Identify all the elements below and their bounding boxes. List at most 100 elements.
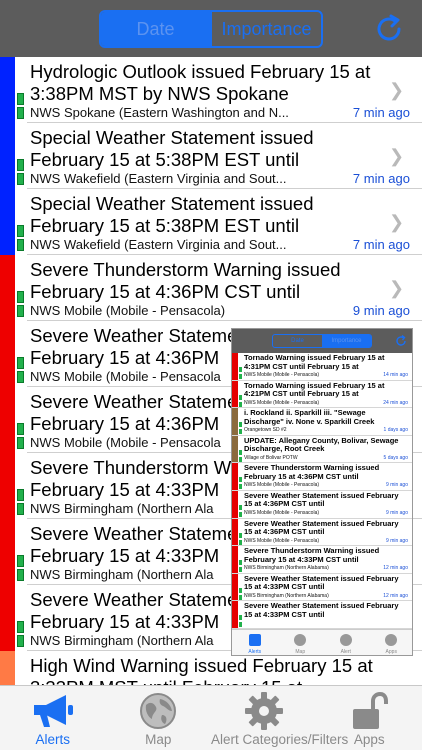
inset-item-time: 24 min ago: [383, 399, 408, 406]
tab-label: Alert Categories/Filters: [211, 732, 349, 747]
inset-item-time: 5 days ago: [383, 454, 408, 461]
tab-map[interactable]: Map: [106, 686, 212, 750]
inset-item-office: NWS Mobile (Mobile - Pensacola): [244, 482, 320, 489]
padlock-icon: [353, 691, 389, 729]
globe-icon: [140, 693, 177, 729]
inset-item-time: 12 min ago: [383, 592, 408, 599]
inset-item-title: Severe Weather Statement issued February…: [244, 490, 399, 509]
inset-item-time: 14 min ago: [383, 372, 408, 378]
alert-title: Hydrologic Outlook issued February 15 at…: [30, 61, 371, 104]
tab-apps[interactable]: Apps: [317, 686, 422, 750]
tab-label: Map: [145, 732, 172, 747]
inset-tab-categories: Alert Categories/Filters: [323, 630, 369, 655]
severity-bar: [0, 123, 15, 189]
inset-segment-importance: Importance: [322, 335, 371, 347]
inset-item-time: 9 min ago: [386, 509, 408, 516]
inset-list-item: Tornado Warning issued February 15 at 4:…: [232, 380, 412, 409]
severity-bar: [0, 321, 15, 387]
severity-bar: [0, 651, 15, 685]
alert-office: NWS Spokane (Eastern Washington and N...: [30, 105, 289, 120]
gear-icon: [244, 692, 283, 730]
inset-list-item: UPDATE: Allegany County, Bolivar, Sewage…: [232, 435, 412, 464]
segment-date[interactable]: Date: [101, 12, 210, 46]
tab-bar: Alerts Map Alert Categories/Filters Apps: [0, 685, 422, 750]
inset-item-title: Tornado Warning issued February 15 at 4:…: [244, 380, 385, 399]
inset-list-item: i. Rockland ii. Sparkill iii. "Sewage Di…: [232, 408, 412, 436]
inset-list-item: Severe Thunderstorm Warning issued Febru…: [232, 463, 412, 491]
alert-title: High Wind Warning issued February 15 at …: [30, 655, 373, 685]
inset-tab-apps: Apps: [369, 630, 413, 655]
inset-header: Date Importance: [232, 329, 412, 353]
alert-title: Special Weather Statement issued Februar…: [30, 193, 314, 236]
alert-title: Special Weather Statement issued Februar…: [30, 127, 314, 170]
nav-header: Date Importance: [0, 0, 422, 57]
chevron-right-icon: ❯: [389, 146, 405, 166]
tab-alert-categories-filters[interactable]: Alert Categories/Filters: [211, 686, 349, 750]
tab-label: Apps: [353, 732, 385, 747]
inset-list-item: Severe Weather Statement issued February…: [232, 573, 412, 602]
segment-importance[interactable]: Importance: [210, 12, 321, 46]
inset-segmented-control: Date Importance: [272, 334, 372, 348]
inset-item-title: Severe Weather Statement issued February…: [244, 518, 399, 537]
inset-item-title: Severe Weather Statement issued February…: [244, 573, 399, 592]
tab-label: Alerts: [35, 732, 70, 747]
inset-item-office: NWS Birmingham (Northern Alabama): [244, 565, 329, 572]
inset-segment-date: Date: [291, 338, 304, 344]
inset-item-time: 1 days ago: [383, 427, 408, 434]
inset-item-title: i. Rockland ii. Sparkill iii. "Sewage Di…: [244, 408, 375, 426]
inset-item-office: NWS Mobile (Mobile - Pensacola): [244, 372, 320, 378]
alert-time: 7 min ago: [352, 237, 410, 252]
severity-indicator: [15, 123, 27, 189]
alert-office: NWS Mobile (Mobile - Pensacola): [30, 303, 226, 318]
inset-item-title: Severe Thunderstorm Warning issued Febru…: [244, 463, 380, 481]
chevron-right-icon: ❯: [389, 80, 405, 100]
inset-list-item: Severe Weather Statement issued February…: [232, 490, 412, 519]
severity-indicator: [15, 189, 27, 255]
chevron-right-icon: ❯: [389, 212, 405, 232]
severity-indicator: [15, 651, 27, 685]
chevron-right-icon: ❯: [389, 278, 405, 298]
inset-tab-bar: Alerts Map Alert Categories/Filters Apps: [232, 629, 413, 655]
alert-row[interactable]: Severe Thunderstorm Warning issued Febru…: [0, 255, 422, 321]
alert-row[interactable]: High Wind Warning issued February 15 at …: [0, 651, 422, 685]
severity-bar: [0, 57, 15, 123]
inset-item-office: NWS Birmingham (Northern Alabama): [244, 592, 329, 599]
severity-bar: [0, 189, 15, 255]
inset-item-title: Severe Weather Statement issued February…: [244, 601, 399, 619]
inset-list-item: Severe Weather Statement issued February…: [232, 601, 412, 629]
severity-indicator: [15, 453, 27, 519]
inset-item-time: 12 min ago: [383, 565, 408, 572]
inset-tab-alerts: Alerts: [232, 630, 278, 655]
inset-item-time: 9 min ago: [386, 537, 408, 544]
alert-time: 7 min ago: [352, 171, 410, 186]
severity-indicator: [15, 255, 27, 321]
refresh-icon[interactable]: [372, 12, 406, 46]
severity-indicator: [15, 57, 27, 123]
severity-bar: [0, 519, 15, 585]
inset-item-office: Village of Bolivar POTW: [244, 454, 298, 461]
alert-row[interactable]: Special Weather Statement issued Februar…: [0, 123, 422, 189]
inset-item-title: Severe Thunderstorm Warning issued Febru…: [244, 546, 380, 564]
inset-list-item: Severe Thunderstorm Warning issued Febru…: [232, 546, 412, 574]
inset-item-office: NWS Mobile (Mobile - Pensacola): [244, 537, 320, 544]
alert-row[interactable]: Hydrologic Outlook issued February 15 at…: [0, 57, 422, 123]
alert-time: 7 min ago: [352, 105, 410, 120]
inset-item-office: NWS Mobile (Mobile - Pensacola): [244, 509, 320, 516]
severity-bar: [0, 585, 15, 651]
alert-office: NWS Wakefield (Eastern Virginia and Sout…: [30, 237, 287, 252]
severity-bar: [0, 453, 15, 519]
inset-tab-map: Map: [278, 630, 324, 655]
alert-title: Severe Thunderstorm Warning issued Febru…: [30, 259, 341, 302]
alert-office: NWS Wakefield (Eastern Virginia and Sout…: [30, 171, 287, 186]
severity-indicator: [15, 585, 27, 651]
alert-row[interactable]: Special Weather Statement issued Februar…: [0, 189, 422, 255]
tab-alerts[interactable]: Alerts: [0, 686, 106, 750]
inset-item-office: Orangetown SD #2: [244, 427, 287, 434]
inset-item-title: UPDATE: Allegany County, Bolivar, Sewage…: [244, 435, 399, 454]
severity-bar: [0, 387, 15, 453]
inset-item-office: NWS Mobile (Mobile - Pensacola): [244, 399, 320, 406]
severity-bar: [0, 255, 15, 321]
megaphone-icon: [33, 695, 73, 727]
inset-alert-list: Tornado Warning issued February 15 at 4:…: [232, 353, 412, 629]
inset-list-item: Severe Weather Statement issued February…: [232, 518, 412, 547]
